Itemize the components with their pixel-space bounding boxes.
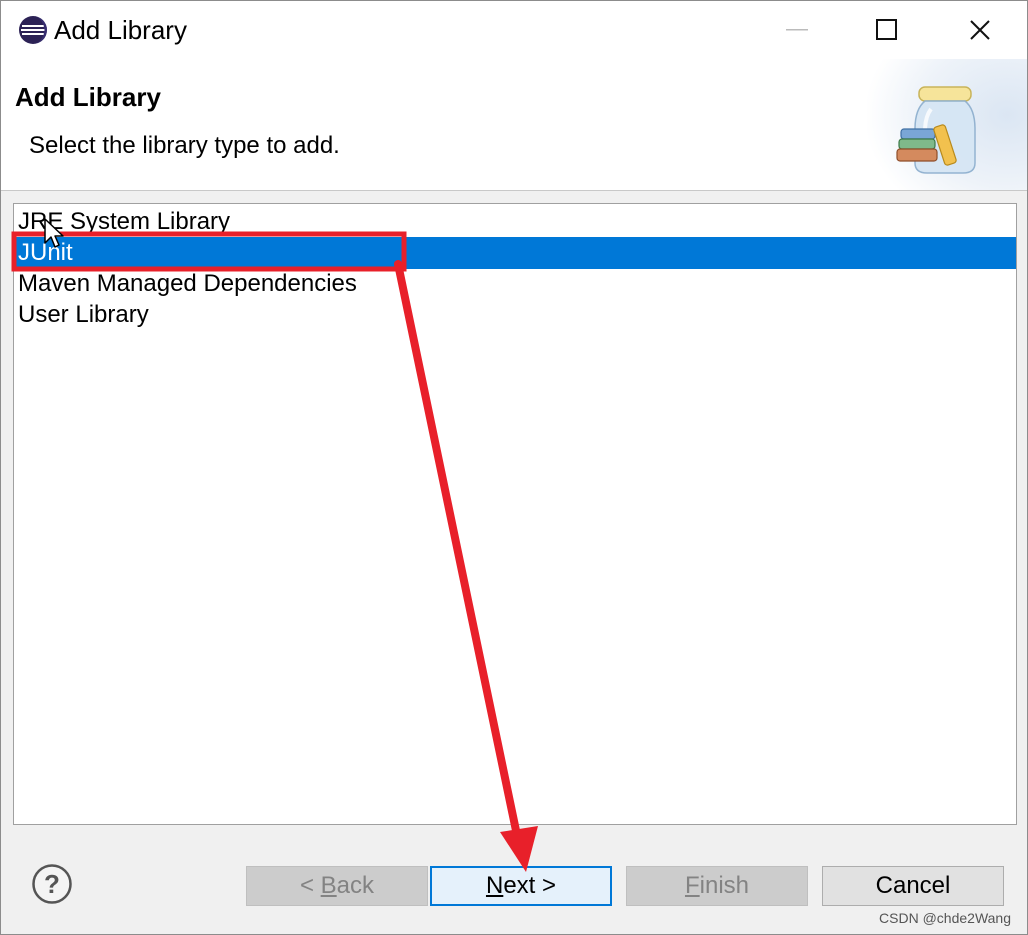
minimize-button[interactable]	[751, 1, 843, 59]
close-icon	[970, 20, 990, 40]
list-item-user-library[interactable]: User Library	[14, 299, 1016, 331]
next-button[interactable]: Next >	[430, 866, 612, 906]
cancel-button[interactable]: Cancel	[822, 866, 1004, 906]
next-button-mnemonic: N	[485, 872, 504, 899]
next-button-rest: ext >	[503, 872, 557, 899]
watermark: CSDN @chde2Wang	[879, 910, 1011, 926]
mouse-pointer-icon	[44, 218, 64, 248]
close-button[interactable]	[934, 1, 1026, 59]
add-library-dialog: Add Library Add Library Select the libra…	[0, 0, 1028, 935]
svg-text:?: ?	[44, 869, 60, 899]
library-jar-icon	[896, 86, 976, 174]
back-button[interactable]: < Back	[246, 866, 428, 906]
header-title: Add Library	[15, 82, 161, 112]
list-item-junit[interactable]: JUnit	[14, 237, 1016, 269]
library-type-list[interactable]: JRE System Library JUnit Maven Managed D…	[13, 203, 1017, 825]
dialog-header: Add Library Select the library type to a…	[1, 59, 1027, 191]
window-title: Add Library	[54, 15, 187, 45]
maximize-icon	[876, 19, 897, 40]
list-item-jre-system-library[interactable]: JRE System Library	[14, 206, 1016, 238]
back-button-rest: ack	[336, 872, 375, 899]
list-item-maven-managed-dependencies[interactable]: Maven Managed Dependencies	[14, 268, 1016, 300]
back-button-mnemonic: B	[320, 872, 337, 899]
help-icon[interactable]: ?	[31, 863, 73, 905]
header-description: Select the library type to add.	[29, 132, 340, 159]
finish-button-mnemonic: F	[684, 872, 700, 899]
finish-button[interactable]: Finish	[626, 866, 808, 906]
minimize-icon	[786, 29, 808, 31]
eclipse-icon	[19, 16, 47, 44]
title-bar: Add Library	[1, 1, 1027, 59]
back-button-prefix: <	[299, 872, 321, 899]
maximize-button[interactable]	[841, 1, 933, 59]
finish-button-rest: inish	[699, 872, 750, 899]
